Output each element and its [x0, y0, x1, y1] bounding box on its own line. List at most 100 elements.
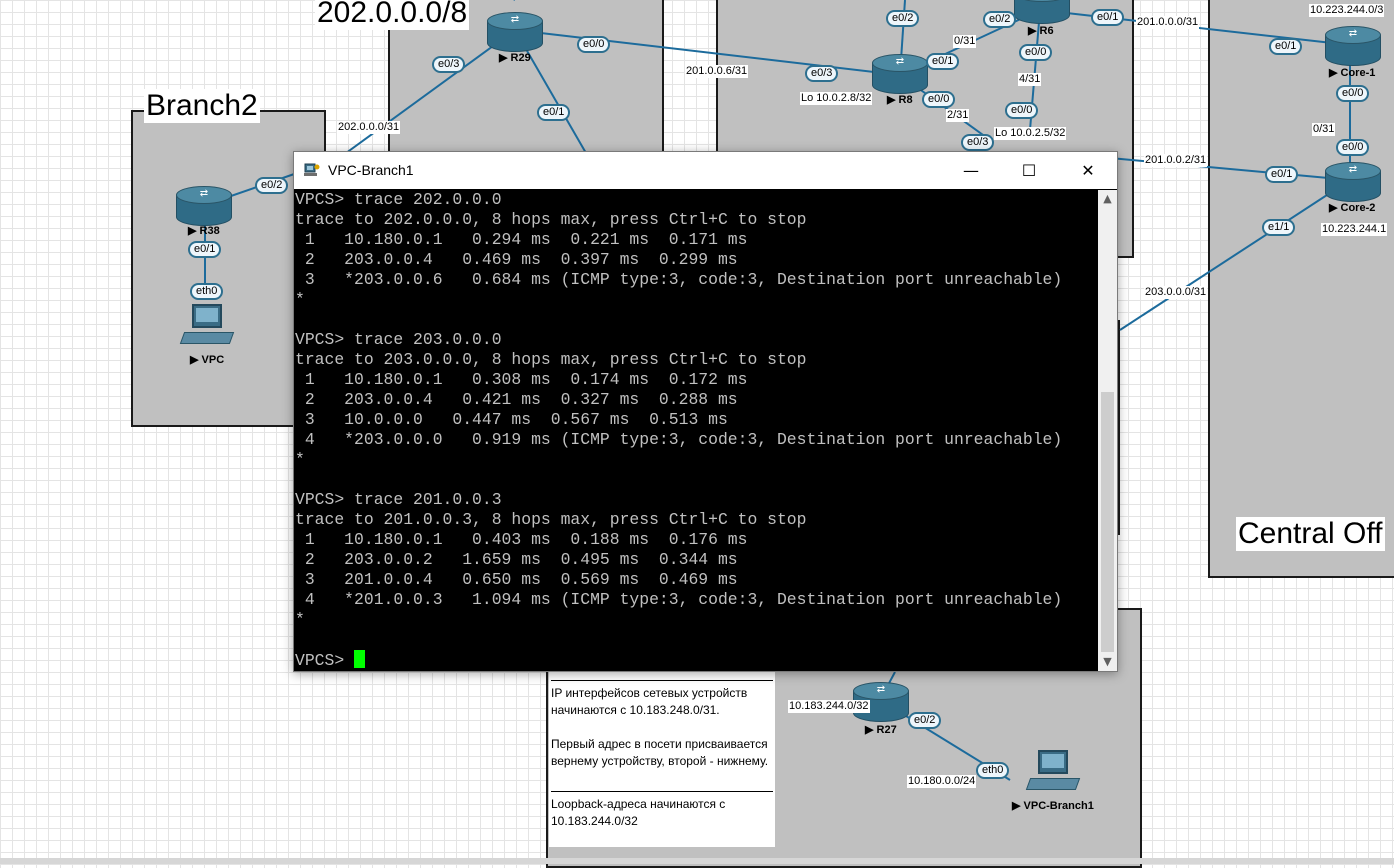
terminal-line: trace to 201.0.0.3, 8 hops max, press Ct… [295, 510, 807, 529]
if-r8-e0-1[interactable]: e0/1 [926, 53, 960, 70]
if-r6-e0-0[interactable]: e0/0 [1019, 44, 1053, 61]
note-line-1: IP интерфейсов сетевых устройств [551, 686, 748, 700]
terminal-line: 1 10.180.0.1 0.308 ms 0.174 ms 0.172 ms [295, 370, 748, 389]
router-r38-icon[interactable]: ⇄ [176, 186, 232, 226]
if-core2-e0-0[interactable]: e0/0 [1336, 139, 1370, 156]
note-line-5: Loopback-адреса начинаются с [551, 797, 726, 811]
router-r8-icon[interactable]: ⇄ [872, 54, 928, 94]
net-202-0-0-0-31: 202.0.0.0/31 [337, 121, 401, 134]
terminal-cursor [354, 650, 366, 668]
core1-label: ▶ Core-1 [1329, 67, 1376, 79]
net-10-183-244: 10.183.244.0/32 [788, 700, 870, 713]
net-lo-2-5: Lo 10.0.2.5/32 [994, 127, 1067, 140]
r29-label: ▶ R29 [499, 52, 531, 64]
terminal-line: 1 10.180.0.1 0.294 ms 0.221 ms 0.171 ms [295, 230, 748, 249]
vpc-label: ▶ VPC [190, 354, 225, 366]
vpc-branch1-icon[interactable] [1025, 750, 1081, 794]
terminal-line: 3 10.0.0.0 0.447 ms 0.567 ms 0.513 ms [295, 410, 728, 429]
router-core1-icon[interactable]: ⇄ [1325, 26, 1381, 66]
terminal-line: trace to 203.0.0.0, 8 hops max, press Ct… [295, 350, 807, 369]
if-r27-e0-2[interactable]: e0/2 [908, 712, 942, 729]
if-r6-e0-1[interactable]: e0/1 [1091, 9, 1125, 26]
terminal-line: * [295, 610, 305, 629]
if-vpcb1-eth0[interactable]: eth0 [976, 762, 1010, 779]
if-core1-e0-1[interactable]: e0/1 [1269, 38, 1303, 55]
net-0-31-b: 0/31 [1312, 123, 1336, 136]
minimize-button[interactable]: — [942, 152, 1000, 189]
if-r29-e0-1[interactable]: e0/1 [537, 104, 571, 121]
terminal-line: trace to 202.0.0.0, 8 hops max, press Ct… [295, 210, 807, 229]
scroll-up-icon[interactable]: ▲ [1098, 190, 1117, 208]
if-r8-e0-0[interactable]: e0/0 [922, 91, 956, 108]
router-r29-icon[interactable]: ⇄ [487, 12, 543, 52]
terminal-scrollbar[interactable]: ▲ ▼ [1098, 190, 1117, 671]
terminal-line: 2 203.0.0.2 1.659 ms 0.495 ms 0.344 ms [295, 550, 738, 569]
terminal-line: 2 203.0.0.4 0.469 ms 0.397 ms 0.299 ms [295, 250, 738, 269]
net-10-180: 10.180.0.0/24 [907, 775, 977, 788]
if-core1-e0-0[interactable]: e0/0 [1336, 85, 1370, 102]
router-r6-icon[interactable]: ⇄ [1014, 0, 1070, 24]
net-2-31: 2/31 [946, 109, 970, 122]
terminal-line: 4 *201.0.0.3 1.094 ms (ICMP type:3, code… [295, 590, 1063, 609]
branch2-title: Branch2 [144, 89, 260, 123]
if-mid-e0-3[interactable]: e0/3 [961, 134, 995, 151]
net-201-0-0-6-31: 201.0.0.6/31 [685, 65, 749, 78]
net-4-31: 4/31 [1018, 73, 1042, 86]
router-core2-icon[interactable]: ⇄ [1325, 162, 1381, 202]
if-r29-e0-0[interactable]: e0/0 [577, 36, 611, 53]
note-box: IP интерфейсов сетевых устройств начинаю… [549, 672, 775, 847]
if-r29-e0-3[interactable]: e0/3 [432, 56, 466, 73]
terminal-line: VPCS> trace 202.0.0.0 [295, 190, 502, 209]
terminal-line: 1 10.180.0.1 0.403 ms 0.188 ms 0.176 ms [295, 530, 748, 549]
if-mid-e0-0[interactable]: e0/0 [1005, 102, 1039, 119]
note-line-3: Первый адрес в посети присваивается [551, 737, 768, 751]
vpc-branch1-label: ▶ VPC-Branch1 [1012, 800, 1094, 812]
terminal-output[interactable]: VPCS> trace 202.0.0.0 trace to 202.0.0.0,… [295, 190, 1098, 671]
terminal-line: 4 *203.0.0.0 0.919 ms (ICMP type:3, code… [295, 430, 1063, 449]
r38-label: ▶ R38 [188, 225, 220, 237]
vpcs-app-icon [304, 163, 320, 176]
scroll-down-icon[interactable]: ▼ [1098, 653, 1117, 671]
r8-label: ▶ R8 [887, 94, 913, 106]
terminal-line: 2 203.0.0.4 0.421 ms 0.327 ms 0.288 ms [295, 390, 738, 409]
terminal-prompt-line[interactable]: VPCS> [295, 650, 1098, 670]
if-r38-e0-2[interactable]: e0/2 [255, 177, 289, 194]
if-r6-e0-2[interactable]: e0/2 [983, 11, 1017, 28]
maximize-button[interactable]: ☐ [1000, 152, 1058, 189]
note-line-6: 10.183.244.0/32 [551, 814, 638, 828]
net-lo-r8: Lo 10.0.2.8/32 [800, 92, 873, 105]
central-office-title: Central Off [1236, 517, 1385, 551]
note-line-2: начинаются с 10.183.248.0/31. [551, 703, 720, 717]
terminal-prompt: VPCS> [295, 651, 355, 670]
net-10-223-top: 10.223.244.0/3 [1309, 4, 1385, 17]
net-0-31-a: 0/31 [953, 35, 977, 48]
scroll-thumb[interactable] [1101, 392, 1114, 652]
if-r8-e0-2[interactable]: e0/2 [886, 10, 920, 27]
if-r8-e0-3[interactable]: e0/3 [805, 65, 839, 82]
net-203-0-0-0-31: 203.0.0.0/31 [1144, 286, 1208, 299]
bottom-strip [0, 858, 1394, 864]
prefix-title: 202.0.0.0/8 [315, 0, 470, 30]
net-201-0-0-2-31: 201.0.0.2/31 [1144, 154, 1208, 167]
if-core2-e0-1[interactable]: e0/1 [1265, 166, 1299, 183]
terminal-line: 3 201.0.0.4 0.650 ms 0.569 ms 0.469 ms [295, 570, 738, 589]
if-core2-e1-1[interactable]: e1/1 [1262, 219, 1296, 236]
net-10-223-bottom: 10.223.244.1 [1321, 223, 1388, 236]
terminal-line: * [295, 450, 305, 469]
if-vpc-eth0[interactable]: eth0 [190, 283, 224, 300]
note-line-4: вернему устройству, второй - нижнему. [551, 754, 769, 768]
terminal-line: * [295, 290, 305, 309]
if-r38-e0-1[interactable]: e0/1 [188, 241, 222, 258]
r27-label: ▶ R27 [865, 724, 897, 736]
window-title: VPC-Branch1 [328, 162, 414, 178]
close-button[interactable]: ✕ [1059, 152, 1117, 189]
terminal-window[interactable]: VPC-Branch1 — ☐ ✕ VPCS> trace 202.0.0.0 t… [293, 151, 1118, 672]
vpc-icon[interactable] [179, 304, 235, 348]
link-core2-down [1119, 179, 1351, 331]
r6-label: ▶ R6 [1028, 25, 1054, 37]
window-titlebar[interactable]: VPC-Branch1 — ☐ ✕ [294, 152, 1117, 189]
core2-label: ▶ Core-2 [1329, 202, 1376, 214]
